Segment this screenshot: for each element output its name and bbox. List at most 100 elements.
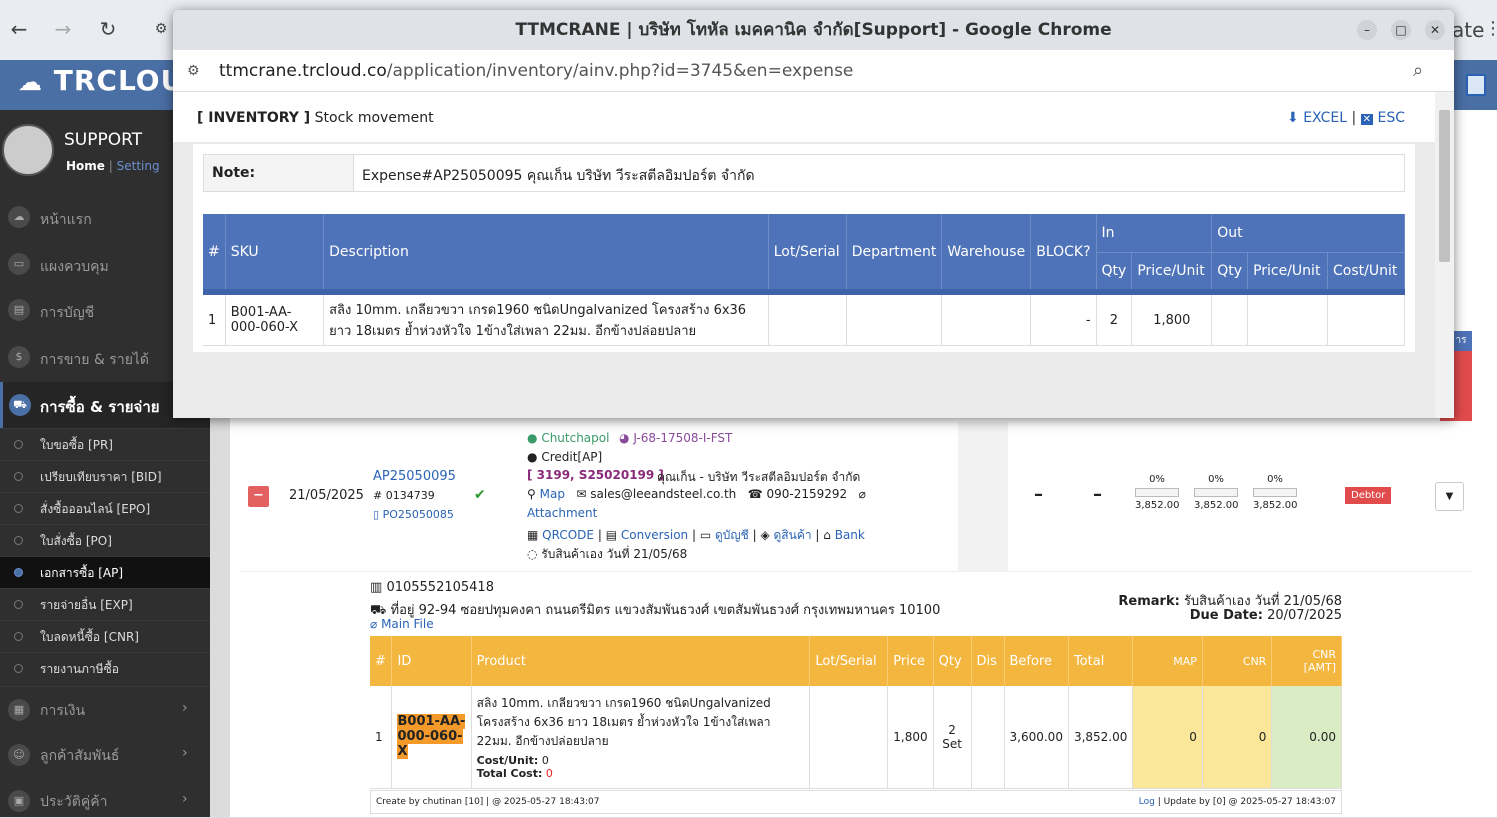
col-in-price: Price/Unit [1131, 252, 1213, 292]
scrollbar-thumb[interactable] [1439, 110, 1450, 262]
sidebar-item-finance[interactable]: ▦ การเงิน › [0, 686, 210, 732]
main-file-link[interactable]: ⌀ Main File [370, 617, 434, 631]
barcode-icon: ▥ [370, 580, 383, 595]
menu-icon[interactable]: ⋮ [1484, 18, 1497, 39]
excel-button[interactable]: EXCEL [1303, 110, 1347, 126]
avatar[interactable] [2, 124, 54, 176]
cost-unit-label: Cost/Unit: [476, 753, 539, 767]
sidebar-item-crm[interactable]: ☺ ลูกค้าสัมพันธ์ › [0, 732, 210, 778]
doc-link[interactable]: AP25050095 [373, 469, 456, 484]
row-in-qty: 2 [1096, 292, 1133, 346]
sidebar-sub-tax[interactable]: รายงานภาษีซื้อ [0, 652, 210, 684]
bullet-icon [14, 504, 23, 513]
progress-pct: 0% [1267, 474, 1283, 485]
col-num: # [370, 636, 393, 686]
popup-scrollbar[interactable] [1435, 92, 1454, 418]
supplier-name: คุณเก็น - บริษัท วีระสตีลอิมปอร์ต จำกัด [657, 470, 861, 484]
site-info-icon[interactable]: ⚙ [187, 50, 200, 92]
col-map: MAP [1132, 636, 1203, 686]
home-link[interactable]: Home [66, 159, 105, 173]
close-square-icon: ✕ [1360, 114, 1374, 125]
sidebar-item-partner[interactable]: ▣ ประวัติคู่ค้า › [0, 778, 210, 818]
attachment-link[interactable]: Attachment [527, 506, 597, 520]
created-by: Create by chutinan [10] | @ 2025-05-27 1… [376, 797, 600, 807]
conversion-link[interactable]: Conversion [621, 528, 688, 542]
bank-link[interactable]: Bank [835, 528, 865, 542]
truck-icon: ⛟ [370, 603, 387, 618]
caret-down-icon: ▼ [1445, 491, 1454, 502]
progress-2: 0% 3,852.00 [1194, 474, 1239, 511]
sub-label: ใบขอซื้อ [PR] [40, 438, 113, 452]
setting-link[interactable]: Setting [117, 159, 160, 173]
ref-number: # 0134739 [373, 489, 435, 502]
bullet-icon [14, 600, 23, 609]
item-num: 1 [370, 686, 393, 789]
item-id[interactable]: B001-AA-000-060-X [397, 714, 466, 760]
close-icon[interactable]: ✕ [1425, 20, 1445, 40]
sidebar-sub-exp[interactable]: รายจ่ายอื่น [EXP] [0, 588, 210, 620]
col-wh: Warehouse [941, 214, 1032, 292]
download-icon: ⬇ [1287, 110, 1299, 126]
col-sku: SKU [225, 214, 325, 292]
item-total: 3,852.00 [1068, 686, 1134, 789]
col-cnr: CNR [1202, 636, 1273, 686]
user-icon: ● [527, 431, 538, 445]
col-price: Price [887, 636, 934, 686]
dropdown-button[interactable]: ▼ [1435, 482, 1464, 511]
remark-text: รับสินค้าเอง วันที่ 21/05/68 [1183, 594, 1342, 609]
items-header: # ID Product Lot/Serial Price Qty Dis Be… [370, 636, 1342, 686]
map-link[interactable]: Map [540, 487, 565, 501]
inventory-label: [ INVENTORY ] [197, 110, 311, 126]
sub-label: รายจ่ายอื่น [EXP] [40, 598, 133, 612]
collapse-button[interactable]: − [248, 486, 269, 507]
item-qty: 2 [948, 722, 956, 737]
item-lot [809, 686, 889, 789]
staff-name: Chutchapol [541, 431, 610, 445]
popup-body: [ INVENTORY ] Stock movement ⬇ EXCEL | ✕… [173, 92, 1435, 418]
sidebar-sub-po[interactable]: ใบสั่งซื้อ [PO] [0, 524, 210, 556]
minimize-icon[interactable]: – [1357, 20, 1377, 40]
maximize-icon[interactable]: □ [1391, 20, 1411, 40]
sidebar-sub-bid[interactable]: เปรียบเทียบราคา [BID] [0, 460, 210, 492]
zoom-icon[interactable]: ⌕ [1413, 50, 1423, 92]
row-in-price: 1,800 [1131, 292, 1213, 346]
popup-actions: ⬇ EXCEL | ✕ ESC [1287, 110, 1406, 126]
chevron-right-icon: › [182, 791, 188, 807]
product-link[interactable]: ดูสินค้า [774, 528, 812, 542]
log-link[interactable]: Log [1139, 797, 1155, 807]
sidebar-sub-ap[interactable]: เอกสารซื้อ [AP] [0, 556, 210, 588]
ledger-link[interactable]: ดูบัญชี [715, 528, 749, 542]
users-icon: ☺ [8, 744, 30, 766]
reload-icon[interactable]: ↻ [95, 16, 121, 42]
phone-icon: ☎ [747, 487, 763, 501]
check-icon: ✔ [474, 487, 486, 503]
items-table: # ID Product Lot/Serial Price Qty Dis Be… [370, 636, 1342, 789]
popup-url-bar[interactable]: ⚙ ttmcrane.trcloud.co/application/invent… [173, 50, 1454, 92]
row-out-price [1247, 292, 1328, 346]
sidebar-label: การบัญชี [40, 305, 95, 321]
esc-button[interactable]: ESC [1378, 110, 1406, 126]
item-map: 0 [1132, 686, 1203, 789]
sidebar-sub-cnr[interactable]: ใบลดหนี้ซื้อ [CNR] [0, 620, 210, 652]
contact-line: ⚲ Map ✉ sales@leeandsteel.co.th ☎ 090-21… [527, 487, 866, 501]
cube-icon: ◈ [760, 528, 770, 542]
progress-amount: 3,852.00 [1253, 500, 1298, 511]
url-path: /application/inventory/ainv.php?id=3745&… [386, 61, 854, 81]
tax-id: ▥ 0105552105418 [370, 580, 494, 595]
monitor-icon: ▭ [699, 528, 712, 542]
po-link[interactable]: ▯ PO25050085 [373, 508, 454, 521]
qrcode-link[interactable]: QRCODE [542, 528, 594, 542]
item-price: 1,800 [887, 686, 934, 789]
supplier-code: [ 3199, S25020199 ] [527, 468, 664, 482]
qrcode-icon: ▦ [527, 528, 539, 542]
sidebar-sub-epo[interactable]: สั่งซื้อออนไลน์ [EPO] [0, 492, 210, 524]
forward-icon[interactable]: → [50, 16, 76, 42]
sidebar-sub-pr[interactable]: ใบขอซื้อ [PR] [0, 428, 210, 460]
dollar-icon: $ [8, 346, 30, 368]
calculator-icon[interactable] [1466, 74, 1486, 96]
table-row: 1 B001-AA-000-060-X สลิง 10mm. เกลียวขวา… [370, 686, 1342, 789]
site-info-icon[interactable]: ⚙ [148, 16, 174, 42]
back-icon[interactable]: ← [6, 16, 32, 42]
col-dept: Department [846, 214, 943, 292]
sidebar-label: การเงิน [40, 703, 86, 719]
